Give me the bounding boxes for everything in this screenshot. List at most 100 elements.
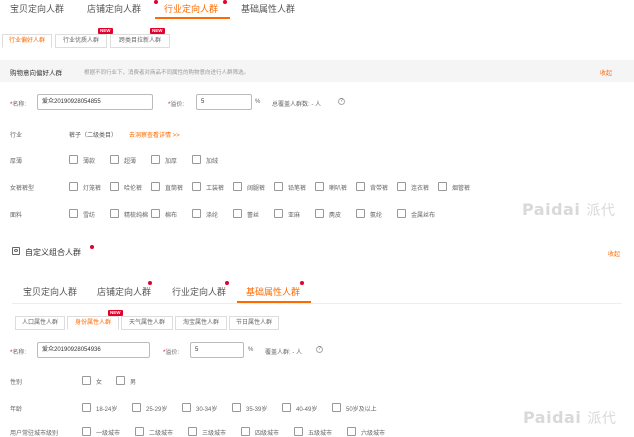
- thickness-checkbox[interactable]: [192, 155, 201, 164]
- thickness-option-label: 薄款: [83, 159, 96, 165]
- tab-dot-indicator: [154, 0, 158, 4]
- pants-type-checkbox[interactable]: [192, 182, 201, 191]
- material-option-label: 精梳纯棉: [124, 213, 149, 219]
- age-checkbox[interactable]: [232, 403, 241, 412]
- subtab-identity[interactable]: 身份属性人群: [67, 316, 119, 330]
- material-option-label: 金属丝布: [411, 213, 436, 219]
- city-level-checkbox[interactable]: [135, 427, 144, 436]
- watermark-en: Paidai: [522, 200, 581, 219]
- premium-input[interactable]: 5: [196, 94, 252, 110]
- subtab-industry-quality[interactable]: 行业优质人群: [55, 34, 107, 48]
- subtab-weather[interactable]: 天气属性人群: [121, 316, 173, 330]
- tab-item-targeting[interactable]: 宝贝定向人群: [10, 2, 64, 15]
- pants-type-checkbox[interactable]: [151, 182, 160, 191]
- tab-shop-targeting[interactable]: 店铺定向人群: [87, 2, 141, 15]
- section-title-custom-group: 自定义组合人群: [25, 248, 81, 257]
- collapse-link-2[interactable]: 收起: [608, 249, 620, 258]
- pants-type-option-label: 阔腿裤: [247, 186, 266, 192]
- city-level-option-label: 四级城市: [255, 431, 280, 437]
- premium-label: *溢价:: [168, 99, 184, 108]
- help-icon[interactable]: ?: [338, 98, 345, 105]
- pants-type-checkbox[interactable]: [274, 182, 283, 191]
- help-icon[interactable]: ?: [316, 346, 323, 353]
- pants-type-checkbox[interactable]: [356, 182, 365, 191]
- mid-tab-item-targeting[interactable]: 宝贝定向人群: [23, 285, 77, 298]
- material-option-label: 雪纺: [83, 213, 96, 219]
- premium-label-text: 溢价:: [170, 102, 185, 108]
- name-input-2[interactable]: 爱众20190928054936: [37, 342, 150, 358]
- name-label-text: 名称:: [12, 102, 27, 108]
- tab-dot-indicator: [223, 0, 227, 4]
- tab-industry-targeting[interactable]: 行业定向人群: [164, 2, 218, 15]
- city-level-checkbox[interactable]: [82, 427, 91, 436]
- custom-group-icon-inner: [14, 249, 18, 252]
- material-checkbox[interactable]: [69, 209, 78, 218]
- gender-checkbox[interactable]: [82, 376, 91, 385]
- material-option-label: 麂皮: [329, 213, 342, 219]
- material-checkbox[interactable]: [274, 209, 283, 218]
- pants-type-checkbox[interactable]: [397, 182, 406, 191]
- pants-type-checkbox[interactable]: [69, 182, 78, 191]
- section-title: 购物意向偏好人群: [10, 70, 62, 77]
- total-coverage-label: 总覆盖人群数: - 人: [272, 102, 321, 108]
- new-badge: NEW: [98, 28, 113, 34]
- age-checkbox[interactable]: [132, 403, 141, 412]
- new-badge: NEW: [150, 28, 165, 34]
- tab-dot-indicator: [148, 281, 152, 285]
- subtab-taobao[interactable]: 淘宝属性人群: [175, 316, 227, 330]
- thickness-checkbox[interactable]: [110, 155, 119, 164]
- pants-type-checkbox[interactable]: [438, 182, 447, 191]
- material-checkbox[interactable]: [192, 209, 201, 218]
- thickness-option-label: 超薄: [124, 159, 137, 165]
- industry-insight-link[interactable]: 去洞察查看详情 >>: [129, 130, 180, 139]
- name-input[interactable]: 爱众20190928054855: [37, 94, 153, 110]
- gender-option-label: 男: [130, 380, 137, 386]
- city-level-checkbox[interactable]: [188, 427, 197, 436]
- subtab-festival[interactable]: 节日属性人群: [229, 316, 279, 330]
- thickness-checkbox[interactable]: [151, 155, 160, 164]
- subtab-industry-preference[interactable]: 行业偏好人群: [2, 34, 52, 48]
- tab-dot-indicator: [225, 281, 229, 285]
- age-checkbox[interactable]: [182, 403, 191, 412]
- percent-unit: %: [255, 99, 261, 105]
- material-checkbox[interactable]: [356, 209, 365, 218]
- name-label-2: *名称:: [10, 347, 26, 356]
- gender-checkbox[interactable]: [116, 376, 125, 385]
- mid-tab-industry-targeting[interactable]: 行业定向人群: [172, 285, 226, 298]
- age-checkbox[interactable]: [82, 403, 91, 412]
- material-option-label: 亚麻: [288, 213, 301, 219]
- city-level-checkbox[interactable]: [347, 427, 356, 436]
- material-checkbox[interactable]: [151, 209, 160, 218]
- thickness-checkbox[interactable]: [69, 155, 78, 164]
- tab-basic-attributes[interactable]: 基础属性人群: [241, 2, 295, 15]
- city-level-checkbox[interactable]: [294, 427, 303, 436]
- subtab-cross-category[interactable]: 跨类目拉新人群: [110, 34, 170, 48]
- city-level-option-label: 二级城市: [149, 431, 174, 437]
- age-option-label: 18-24岁: [96, 407, 118, 413]
- pants-type-option-label: 灯笼裤: [83, 186, 102, 192]
- city-level-checkbox[interactable]: [241, 427, 250, 436]
- pants-type-checkbox[interactable]: [315, 182, 324, 191]
- material-option-label: 棉布: [165, 213, 178, 219]
- mid-tab-shop-targeting[interactable]: 店铺定向人群: [97, 285, 151, 298]
- gender-option-label: 女: [96, 380, 103, 386]
- material-checkbox[interactable]: [233, 209, 242, 218]
- tab-dot-indicator: [300, 281, 304, 285]
- material-checkbox[interactable]: [110, 209, 119, 218]
- subtab-demographic[interactable]: 人口属性人群: [15, 316, 65, 330]
- age-checkbox[interactable]: [332, 403, 341, 412]
- premium-input-2[interactable]: 5: [190, 342, 244, 358]
- pants-type-option-label: 连衣裤: [411, 186, 430, 192]
- material-checkbox[interactable]: [397, 209, 406, 218]
- percent-unit-2: %: [248, 347, 254, 353]
- material-checkbox[interactable]: [315, 209, 324, 218]
- pants-type-checkbox[interactable]: [110, 182, 119, 191]
- watermark-en: Paidai: [523, 408, 582, 427]
- age-checkbox[interactable]: [282, 403, 291, 412]
- mid-tab-basic-attributes[interactable]: 基础属性人群: [246, 285, 300, 298]
- pants-type-checkbox[interactable]: [233, 182, 242, 191]
- age-option-label: 35-39岁: [246, 407, 268, 413]
- pants-type-option-label: 工装裤: [206, 186, 225, 192]
- thickness-label: 厚薄: [10, 159, 23, 165]
- collapse-link[interactable]: 收起: [600, 68, 612, 77]
